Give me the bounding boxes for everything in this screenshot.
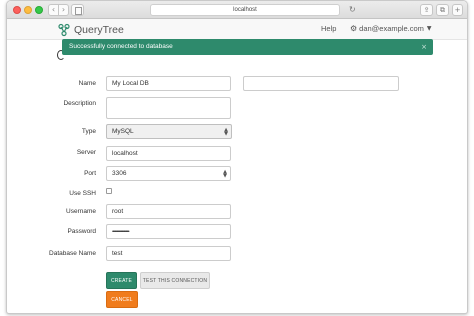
name-secondary-field[interactable] — [243, 76, 399, 91]
tabs-icon[interactable]: ⧉ — [436, 4, 449, 16]
password-label: Password — [67, 228, 96, 235]
username-field[interactable] — [106, 204, 231, 219]
alert-message: Successfully connected to database — [69, 43, 173, 50]
maximize-window-icon[interactable] — [35, 6, 43, 14]
database-name-field[interactable] — [106, 246, 231, 261]
user-menu[interactable]: ⚙ dan@example.com ▼ — [350, 24, 432, 33]
port-label: Port — [84, 170, 96, 177]
brand-link[interactable]: QueryTree — [57, 21, 124, 39]
gear-icon: ⚙ — [350, 24, 358, 33]
success-alert: Successfully connected to database × — [62, 39, 433, 55]
app-navbar: QueryTree Help ⚙ dan@example.com ▼ — [7, 19, 467, 40]
type-select[interactable]: MySQL ▲ ▼ — [106, 124, 232, 139]
type-label: Type — [81, 128, 96, 135]
brand-name: QueryTree — [74, 24, 124, 36]
browser-window: ‹ › localhost ↻ ⇪ ⧉ + QueryTree Help ⚙ d… — [6, 0, 468, 314]
user-email: dan@example.com — [359, 24, 424, 33]
reload-icon[interactable]: ↻ — [349, 4, 359, 16]
name-label: Name — [78, 80, 96, 87]
address-bar[interactable]: localhost — [150, 4, 340, 16]
minimize-window-icon[interactable] — [24, 6, 32, 14]
forward-icon[interactable]: › — [58, 4, 69, 16]
test-connection-button[interactable]: TEST THIS CONNECTION — [140, 272, 210, 289]
username-label: Username — [66, 208, 96, 215]
close-window-icon[interactable] — [13, 6, 21, 14]
stepper-arrows-icon[interactable]: ▲ ▼ — [223, 170, 227, 179]
sidebar-icon[interactable] — [71, 4, 84, 16]
use-ssh-label: Use SSH — [69, 190, 96, 197]
database-name-label: Database Name — [49, 250, 96, 257]
server-label: Server — [76, 149, 96, 156]
select-arrows-icon: ▲ ▼ — [224, 127, 228, 137]
querytree-logo-icon — [58, 23, 70, 37]
caret-down-icon: ▼ — [426, 25, 432, 32]
port-value: 3306 — [112, 170, 127, 177]
port-stepper[interactable]: 3306 ▲ ▼ — [106, 166, 231, 181]
use-ssh-checkbox[interactable] — [106, 188, 112, 194]
new-tab-icon[interactable]: + — [452, 4, 463, 16]
close-icon[interactable]: × — [421, 39, 427, 55]
help-link[interactable]: Help — [321, 24, 336, 33]
name-field[interactable] — [106, 76, 231, 91]
server-field[interactable] — [106, 146, 231, 161]
password-field[interactable]: •••••••••••••••••• — [106, 224, 231, 239]
create-button[interactable]: CREATE — [106, 272, 137, 289]
browser-titlebar: ‹ › localhost ↻ ⇪ ⧉ + — [7, 1, 467, 19]
description-field[interactable] — [106, 97, 231, 119]
description-label: Description — [63, 100, 96, 107]
share-icon[interactable]: ⇪ — [420, 4, 433, 16]
type-selected-value: MySQL — [112, 128, 134, 135]
cancel-button[interactable]: CANCEL — [106, 291, 138, 308]
